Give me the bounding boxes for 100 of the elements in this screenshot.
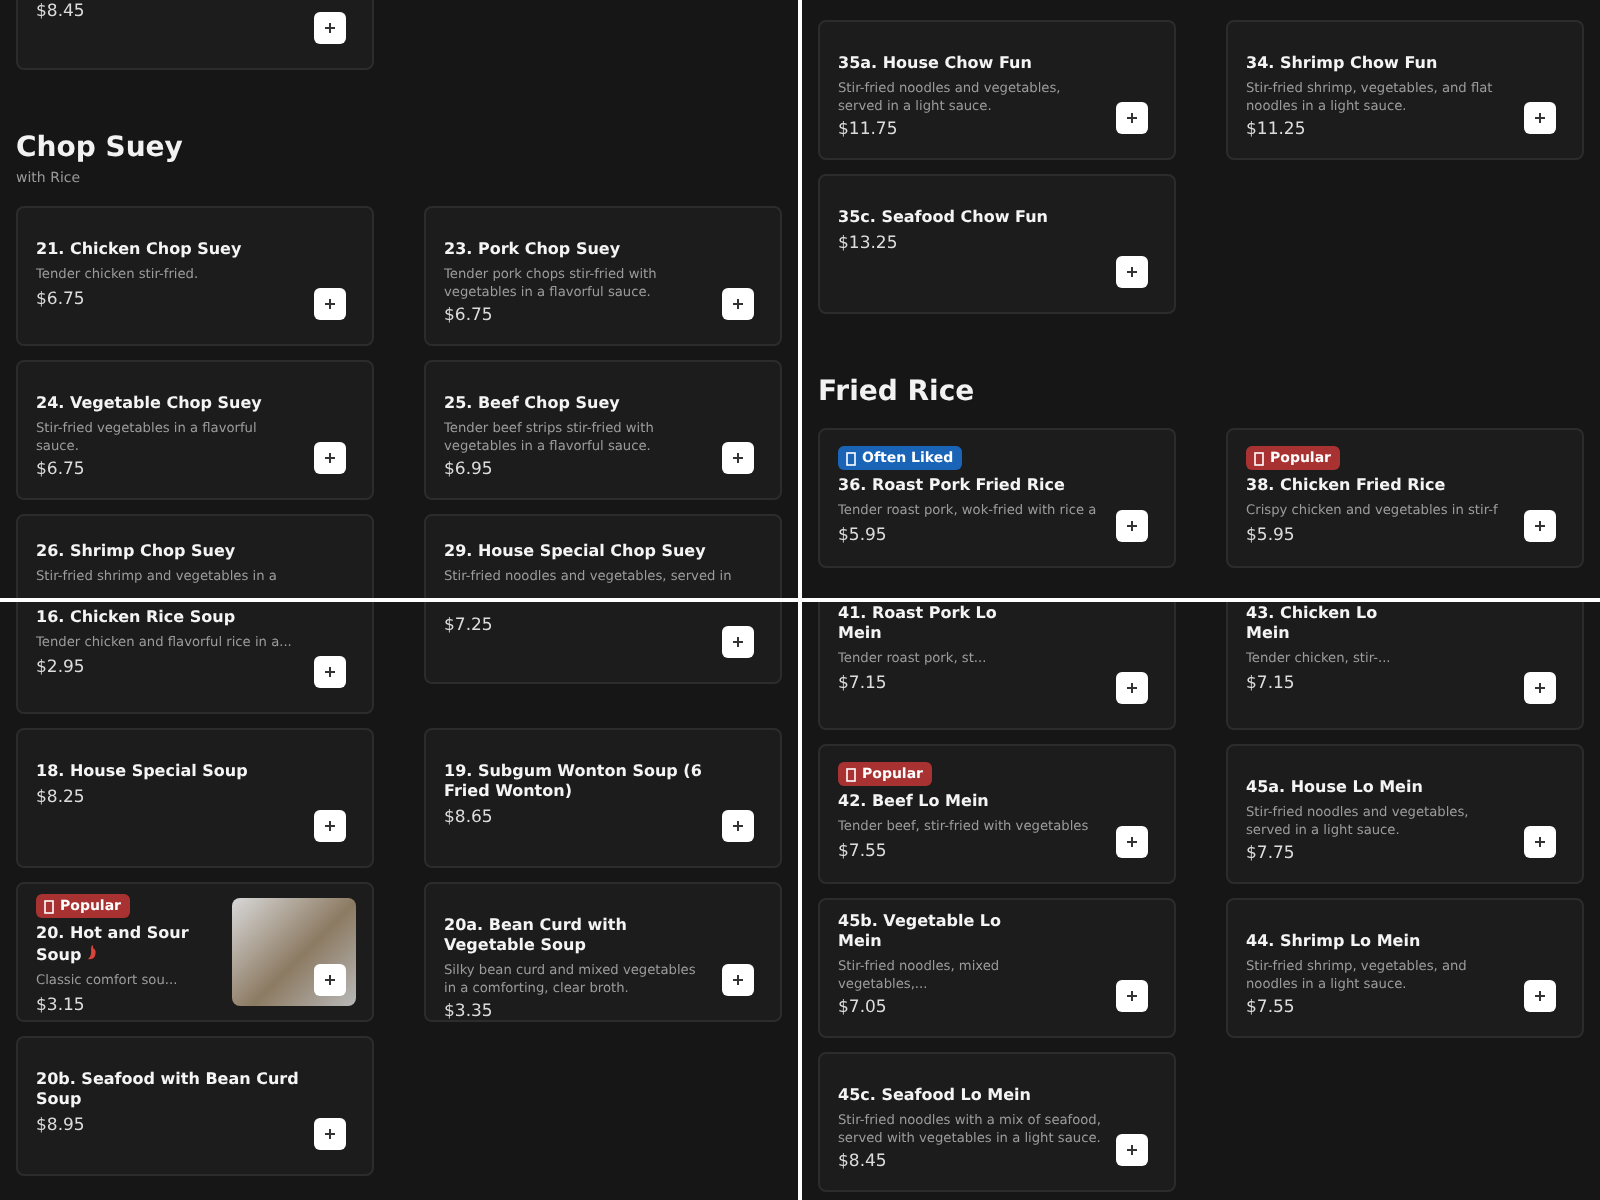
plus-icon — [1534, 836, 1546, 848]
menu-item-card[interactable]: 35c. Seafood Chow Fun $13.25 — [818, 174, 1176, 314]
add-button[interactable] — [722, 442, 754, 474]
add-button[interactable] — [1116, 672, 1148, 704]
item-price: $8.65 — [444, 808, 493, 828]
item-title: 44. Shrimp Lo Mein — [1246, 932, 1423, 952]
plus-icon — [1126, 1144, 1138, 1156]
plus-icon — [324, 298, 336, 310]
add-button[interactable] — [722, 810, 754, 842]
add-button[interactable] — [1116, 980, 1148, 1012]
plus-icon — [1534, 112, 1546, 124]
add-button[interactable] — [722, 964, 754, 996]
item-title: 20b. Seafood with Bean Curd Soup — [36, 1070, 300, 1110]
square-icon — [846, 451, 856, 465]
item-price: $13.25 — [838, 234, 898, 254]
item-price: $8.25 — [36, 788, 85, 808]
plus-icon — [1534, 520, 1546, 532]
item-price: $7.75 — [1246, 844, 1295, 864]
plus-icon — [324, 666, 336, 678]
add-button[interactable] — [314, 442, 346, 474]
menu-item-card[interactable]: $7.25 — [424, 602, 782, 684]
item-title: 42. Beef Lo Mein — [838, 792, 991, 812]
item-title: 16. Chicken Rice Soup — [36, 608, 238, 628]
item-title: 21. Chicken Chop Suey — [36, 240, 244, 260]
plus-icon — [324, 22, 336, 34]
item-title: 45c. Seafood Lo Mein — [838, 1086, 1033, 1106]
plus-icon — [324, 820, 336, 832]
square-icon — [44, 899, 54, 913]
item-title: 19. Subgum Wonton Soup (6 Fried Wonton) — [444, 762, 704, 802]
plus-icon — [1126, 520, 1138, 532]
item-title: 23. Pork Chop Suey — [444, 240, 623, 260]
item-title: 43. Chicken Lo Mein — [1246, 604, 1380, 644]
item-price: $7.15 — [1246, 673, 1295, 693]
add-button[interactable] — [1524, 980, 1556, 1012]
item-price: $11.25 — [1246, 120, 1306, 140]
square-icon — [846, 767, 856, 781]
item-price: $8.45 — [36, 2, 85, 22]
item-price: $7.55 — [1246, 998, 1295, 1018]
add-button[interactable] — [722, 288, 754, 320]
add-button[interactable] — [1524, 672, 1556, 704]
item-title: 18. House Special Soup — [36, 762, 250, 782]
plus-icon — [1126, 990, 1138, 1002]
add-button[interactable] — [1116, 510, 1148, 542]
menu-item-card[interactable]: 20b. Seafood with Bean Curd Soup $8.95 — [16, 1036, 374, 1176]
add-button[interactable] — [314, 810, 346, 842]
item-title: 20. Hot and Sour Soup — [36, 924, 191, 966]
add-button[interactable] — [314, 656, 346, 688]
add-button[interactable] — [1524, 510, 1556, 542]
add-button[interactable] — [1524, 102, 1556, 134]
item-price: $7.55 — [838, 841, 887, 861]
add-button[interactable] — [314, 1118, 346, 1150]
plus-icon — [1534, 682, 1546, 694]
add-button[interactable] — [1116, 826, 1148, 858]
item-title: 26. Shrimp Chop Suey — [36, 542, 238, 562]
add-button[interactable] — [1524, 826, 1556, 858]
item-price: $2.95 — [36, 657, 85, 677]
add-button[interactable] — [314, 964, 346, 996]
add-button[interactable] — [314, 288, 346, 320]
item-price: $5.95 — [838, 525, 887, 545]
add-button[interactable] — [1116, 102, 1148, 134]
item-price: $5.95 — [1246, 525, 1295, 545]
add-button[interactable] — [314, 12, 346, 44]
item-title: 29. House Special Chop Suey — [444, 542, 708, 562]
item-title: 38. Chicken Fried Rice — [1246, 476, 1448, 496]
photo-placeholder — [232, 898, 356, 1006]
item-price: $6.95 — [444, 460, 493, 480]
item-title: 41. Roast Pork Lo Mein — [838, 604, 999, 644]
add-button[interactable] — [1116, 256, 1148, 288]
plus-icon — [1126, 112, 1138, 124]
item-title: 45a. House Lo Mein — [1246, 778, 1425, 798]
plus-icon — [732, 452, 744, 464]
item-title: 34. Shrimp Chow Fun — [1246, 54, 1440, 74]
plus-icon — [732, 820, 744, 832]
plus-icon — [1126, 836, 1138, 848]
menu-item-card[interactable]: $8.45 — [16, 0, 374, 70]
item-price: $6.75 — [444, 306, 493, 326]
item-price: $3.35 — [444, 1002, 493, 1020]
plus-icon — [732, 636, 744, 648]
item-title: 25. Beef Chop Suey — [444, 394, 622, 414]
plus-icon — [732, 298, 744, 310]
plus-icon — [1126, 682, 1138, 694]
item-title: 35a. House Chow Fun — [838, 54, 1034, 74]
item-title: 35c. Seafood Chow Fun — [838, 208, 1050, 228]
item-price: $7.25 — [444, 616, 493, 636]
item-price: $3.15 — [36, 995, 85, 1015]
item-title: 45b. Vegetable Lo Mein — [838, 912, 1004, 952]
plus-icon — [324, 452, 336, 464]
item-price: $8.45 — [838, 1152, 887, 1172]
add-button[interactable] — [1116, 1134, 1148, 1166]
item-price: $6.75 — [36, 289, 85, 309]
item-price: $7.15 — [838, 673, 887, 693]
menu-item-card[interactable]: 18. House Special Soup $8.25 — [16, 728, 374, 868]
plus-icon — [1534, 990, 1546, 1002]
square-icon — [1254, 451, 1264, 465]
menu-item-card[interactable]: 19. Subgum Wonton Soup (6 Fried Wonton) $8.65 — [424, 728, 782, 868]
plus-icon — [1126, 266, 1138, 278]
item-price: $7.05 — [838, 998, 887, 1018]
item-price: $6.75 — [36, 460, 85, 480]
item-title: 36. Roast Pork Fried Rice — [838, 476, 1067, 496]
add-button[interactable] — [722, 626, 754, 658]
